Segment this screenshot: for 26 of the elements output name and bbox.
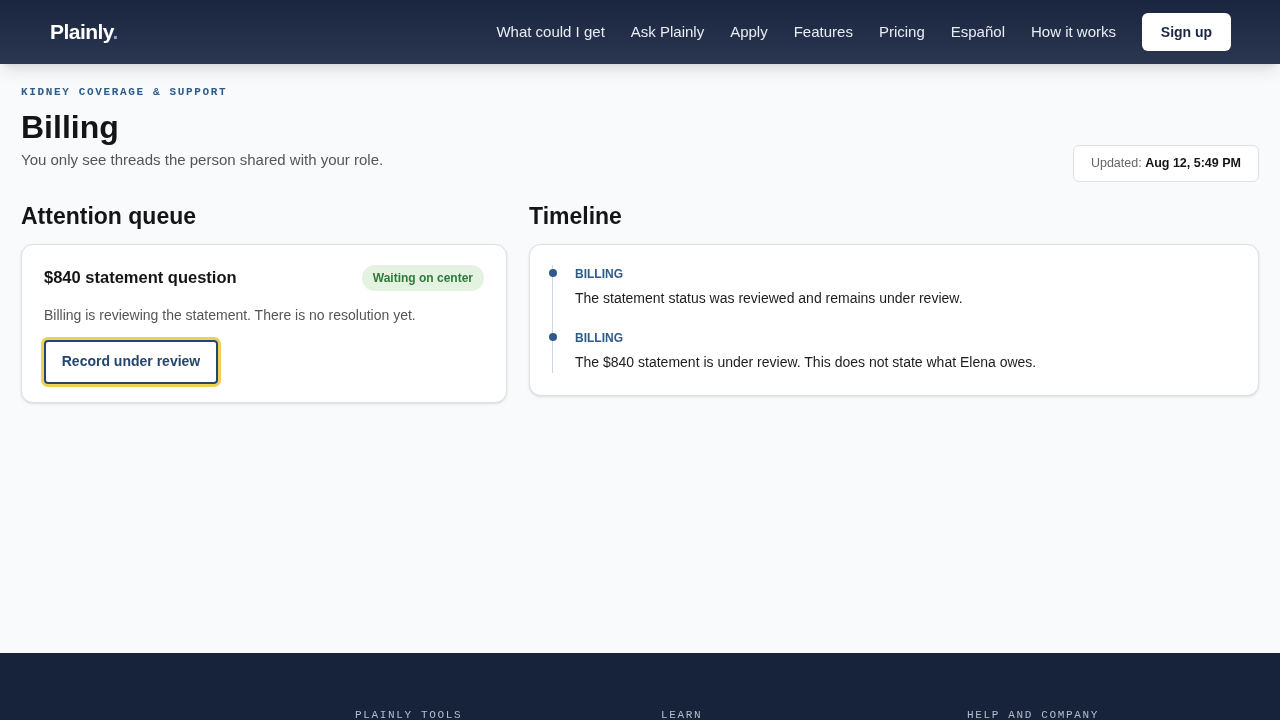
card-title: $840 statement question	[44, 267, 237, 289]
nav-link[interactable]: Pricing	[878, 20, 925, 44]
page-title: Billing	[21, 107, 120, 147]
nav-link[interactable]: Ask Plainly	[630, 20, 705, 44]
footer-column-heading: LEARN	[661, 708, 704, 720]
footer-column-heading: HELP AND COMPANY	[967, 708, 1101, 720]
nav-link[interactable]: Apply	[730, 20, 768, 44]
entry-tag: BILLING	[575, 328, 1258, 347]
nav-link[interactable]: How it works	[1031, 20, 1116, 44]
status-badge: Waiting on center	[361, 264, 484, 291]
nav-link[interactable]: Features	[793, 20, 853, 44]
nav-link[interactable]: Español	[950, 20, 1005, 44]
logo[interactable]: Plainly.	[50, 16, 118, 48]
entry-text: The $840 statement is under review. This does not state what Elena owes.	[575, 352, 1038, 372]
section-heading: Timeline	[529, 202, 623, 231]
record-button[interactable]: Record under review	[44, 339, 218, 384]
entry-tag: BILLING	[575, 264, 1258, 283]
entry-text: The statement status was reviewed and remains under review.	[575, 288, 964, 308]
footer-column-heading: PLAINLY TOOLS	[355, 708, 464, 720]
sign-up-button[interactable]: Sign up	[1142, 13, 1231, 51]
page-subtitle: You only see threads the person shared with your role.	[21, 149, 384, 170]
card-description: Billing is reviewing the statement. There is no resolution yet.	[44, 305, 417, 325]
eyebrow-label: KIDNEY COVERAGE & SUPPORT	[21, 85, 229, 100]
section-heading: Attention queue	[21, 202, 198, 231]
updated-badge: Updated: Aug 12, 5:49 PM	[1072, 145, 1259, 182]
nav-link[interactable]: What could I get	[496, 20, 605, 44]
